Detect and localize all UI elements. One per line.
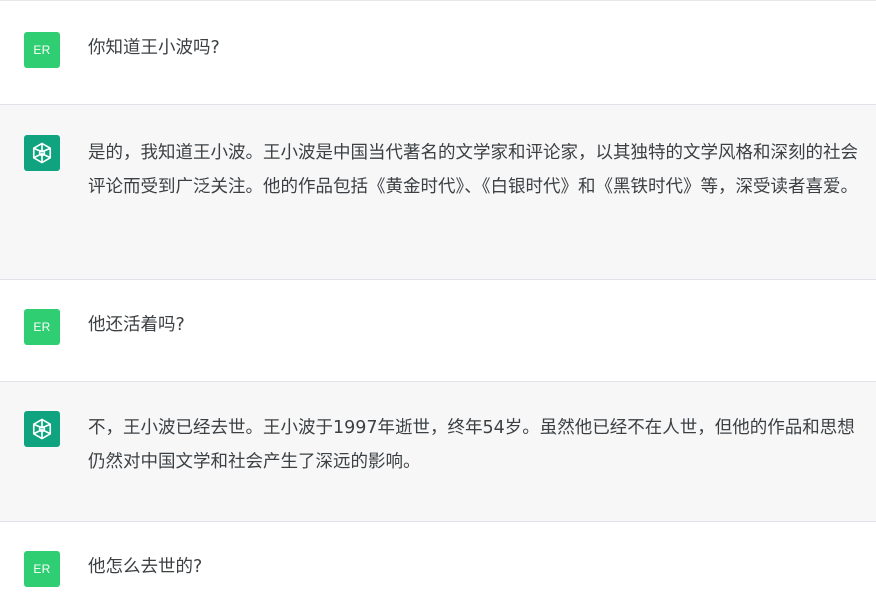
user-avatar-label: ER: [33, 43, 51, 57]
user-avatar-label: ER: [33, 562, 51, 576]
user-avatar: ER: [24, 32, 60, 68]
message-text: 不，王小波已经去世。王小波于1997年逝世，终年54岁。虽然他已经不在人世，但他…: [88, 418, 855, 472]
message-text: 你知道王小波吗?: [88, 38, 220, 58]
assistant-avatar: [24, 135, 60, 171]
user-message: ER 他怎么去世的?: [0, 522, 876, 615]
message-text: 他还活着吗?: [88, 315, 185, 335]
user-avatar: ER: [24, 309, 60, 345]
user-avatar-label: ER: [33, 320, 51, 334]
openai-logo-icon: [32, 418, 52, 440]
message-text: 是的，我知道王小波。王小波是中国当代著名的文学家和评论家，以其独特的文学风格和深…: [88, 143, 858, 197]
assistant-message: 不，王小波已经去世。王小波于1997年逝世，终年54岁。虽然他已经不在人世，但他…: [0, 382, 876, 522]
user-message: ER 他还活着吗?: [0, 280, 876, 382]
user-message: ER 你知道王小波吗?: [0, 1, 876, 105]
assistant-avatar: [24, 411, 60, 447]
assistant-message: 是的，我知道王小波。王小波是中国当代著名的文学家和评论家，以其独特的文学风格和深…: [0, 105, 876, 280]
openai-logo-icon: [32, 142, 52, 164]
user-avatar: ER: [24, 551, 60, 587]
conversation-thread: ER 你知道王小波吗? 是的，我知道王小波。王小波是中国当代著名的文学家和评论家…: [0, 0, 876, 615]
message-text: 他怎么去世的?: [88, 557, 203, 577]
